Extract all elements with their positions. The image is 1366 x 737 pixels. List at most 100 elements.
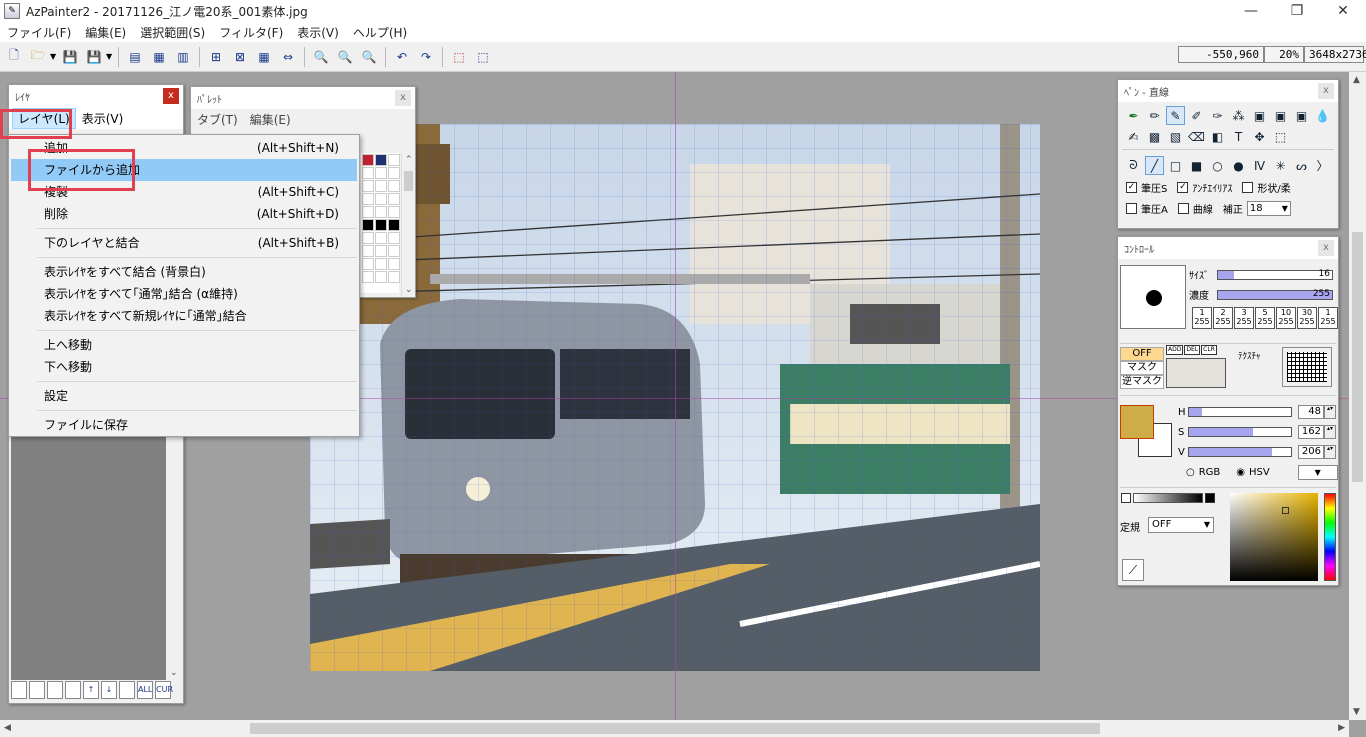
- palette-scrollbar[interactable]: ⌃ ⌄: [401, 153, 415, 297]
- watercolor-icon[interactable]: ✐: [1187, 106, 1206, 125]
- inverse-mask-button[interactable]: 逆マスク: [1120, 375, 1164, 389]
- redo-icon[interactable]: ↷: [416, 47, 436, 67]
- v-spin-icon[interactable]: ▴▾: [1324, 445, 1336, 459]
- rgb-radio[interactable]: ○: [1186, 467, 1195, 478]
- menu-item-settings[interactable]: 設定: [11, 385, 357, 407]
- palette-scroll-down-icon[interactable]: ⌄: [405, 285, 413, 295]
- v-slider[interactable]: [1188, 447, 1292, 457]
- pen-panel-close-button[interactable]: x: [1318, 83, 1334, 99]
- select-rect-icon[interactable]: ⬚: [1271, 127, 1290, 146]
- size-slider[interactable]: 16: [1217, 269, 1333, 280]
- menu-item-merge-down[interactable]: 下のレイヤと結合 (Alt+Shift+B): [11, 232, 357, 254]
- option-window-icon[interactable]: ▥: [173, 47, 193, 67]
- black-swatch[interactable]: [1205, 493, 1215, 503]
- mask-color-swatch[interactable]: [1166, 358, 1226, 388]
- pencil-icon[interactable]: ✏: [1145, 106, 1164, 125]
- tool-set-1-icon[interactable]: ▣: [1250, 106, 1269, 125]
- radial-icon[interactable]: ✳: [1271, 156, 1290, 175]
- scroll-left-icon[interactable]: ◀: [4, 723, 11, 733]
- layer-view-menu[interactable]: 表示(V): [76, 110, 130, 127]
- grayscale-bar[interactable]: [1133, 493, 1203, 503]
- preset-button[interactable]: 3 255: [1234, 307, 1254, 329]
- open-folder-icon[interactable]: 🗁: [28, 47, 48, 67]
- save-dropdown-icon[interactable]: ▼: [106, 52, 114, 61]
- freehand-icon[interactable]: ᘐ: [1124, 156, 1143, 175]
- zoom-in-icon[interactable]: 🔍: [335, 47, 355, 67]
- fit-window-icon[interactable]: ⇔: [278, 47, 298, 67]
- menu-edit[interactable]: 編集(E): [78, 24, 133, 41]
- menu-selection[interactable]: 選択範囲(S): [133, 24, 212, 41]
- menu-item-merge-visible-white[interactable]: 表示ﾚｲﾔをすべて結合 (背景白): [11, 261, 357, 283]
- merge-layer-icon[interactable]: [65, 681, 81, 699]
- split-grid-icon[interactable]: ▦: [254, 47, 274, 67]
- line-icon[interactable]: ╱: [1145, 156, 1164, 175]
- fine-grid-icon[interactable]: ⊠: [230, 47, 250, 67]
- rect-fill-icon[interactable]: ■: [1187, 156, 1206, 175]
- scroll-up-icon[interactable]: ▲: [1353, 75, 1360, 85]
- palette-scroll-up-icon[interactable]: ⌃: [405, 155, 413, 165]
- saturation-value-picker[interactable]: [1230, 493, 1318, 581]
- hsv-radio[interactable]: ◉: [1236, 467, 1245, 478]
- zoom-out-icon[interactable]: 🔍: [359, 47, 379, 67]
- antialias-checkbox[interactable]: ✓ ｱﾝﾁｴｲﾘｱｽ: [1177, 180, 1232, 195]
- tool-window-icon[interactable]: ▤: [125, 47, 145, 67]
- preset-button[interactable]: 2 255: [1213, 307, 1233, 329]
- smudge-icon[interactable]: ✍: [1124, 127, 1143, 146]
- close-button[interactable]: ✕: [1320, 0, 1366, 22]
- palette-edit-menu[interactable]: 編集(E): [244, 111, 297, 128]
- current-layer-button[interactable]: CUR: [155, 681, 173, 699]
- minimize-button[interactable]: —: [1228, 0, 1274, 22]
- copy-layer-icon[interactable]: [29, 681, 45, 699]
- menu-item-save-to-file[interactable]: ファイルに保存: [11, 414, 357, 436]
- h-slider[interactable]: [1188, 407, 1292, 417]
- clear-selection-icon[interactable]: ⬚: [449, 47, 469, 67]
- mask-button[interactable]: マスク: [1120, 361, 1164, 375]
- menu-help[interactable]: ヘルプ(H): [346, 24, 414, 41]
- fill-pattern-icon[interactable]: ▧: [1166, 127, 1185, 146]
- h-spin-icon[interactable]: ▴▾: [1324, 405, 1336, 419]
- menu-filter[interactable]: フィルタ(F): [212, 24, 290, 41]
- menu-item-merge-visible-alpha[interactable]: 表示ﾚｲﾔをすべて｢通常｣結合 (α維持): [11, 283, 357, 305]
- gradient-icon[interactable]: ◧: [1208, 127, 1227, 146]
- delete-layer-icon[interactable]: [47, 681, 63, 699]
- zoom-actual-icon[interactable]: 🔍: [311, 47, 331, 67]
- curve-checkbox[interactable]: 曲線: [1177, 201, 1213, 216]
- h-value[interactable]: 48: [1298, 405, 1324, 419]
- blur-pen-icon[interactable]: ✑: [1208, 106, 1227, 125]
- pressure-s-checkbox[interactable]: ✓ 筆圧S: [1126, 180, 1167, 195]
- mask-add-button[interactable]: ADD: [1166, 345, 1184, 355]
- mask-off-button[interactable]: OFF: [1120, 347, 1164, 361]
- correction-select[interactable]: 18 ▼: [1246, 201, 1291, 216]
- layer-scroll-down-icon[interactable]: ⌄: [170, 668, 178, 678]
- scroll-right-icon[interactable]: ▶: [1338, 723, 1345, 733]
- horizontal-scrollbar[interactable]: ◀ ▶: [0, 720, 1349, 737]
- menu-item-delete[interactable]: 削除 (Alt+Shift+D): [11, 203, 357, 225]
- preset-button[interactable]: 1 255: [1192, 307, 1212, 329]
- text-icon[interactable]: T: [1229, 127, 1248, 146]
- v-value[interactable]: 206: [1298, 445, 1324, 459]
- new-layer-icon[interactable]: [11, 681, 27, 699]
- shape-checkbox[interactable]: 形状/柔: [1242, 180, 1291, 195]
- save-icon[interactable]: 💾: [60, 47, 80, 67]
- layer-up-icon[interactable]: ↑: [83, 681, 99, 699]
- s-slider[interactable]: [1188, 427, 1292, 437]
- tool-set-3-icon[interactable]: ▣: [1292, 106, 1311, 125]
- arrow-icon[interactable]: 〉: [1313, 156, 1332, 175]
- color-mode-dropdown[interactable]: ▼: [1297, 465, 1338, 480]
- preset-button[interactable]: 30 255: [1297, 307, 1317, 329]
- menu-item-move-up[interactable]: 上へ移動: [11, 334, 357, 356]
- horizontal-scroll-thumb[interactable]: [250, 723, 1100, 734]
- layer-settings-icon[interactable]: [119, 681, 135, 699]
- palette-swatches[interactable]: [361, 153, 400, 293]
- polyline-icon[interactable]: Ⅳ: [1250, 156, 1269, 175]
- mask-clr-button[interactable]: CLR: [1201, 345, 1217, 355]
- tool-set-2-icon[interactable]: ▣: [1271, 106, 1290, 125]
- eraser-icon[interactable]: ⌫: [1187, 127, 1206, 146]
- layer-panel-close-button[interactable]: x: [163, 88, 179, 104]
- selection-icon[interactable]: ⬚: [473, 47, 493, 67]
- menu-item-merge-visible-new[interactable]: 表示ﾚｲﾔをすべて新規ﾚｲﾔに｢通常｣結合: [11, 305, 357, 327]
- ellipse-outline-icon[interactable]: ○: [1208, 156, 1227, 175]
- move-icon[interactable]: ✥: [1250, 127, 1269, 146]
- brush-icon[interactable]: ✎: [1166, 106, 1185, 125]
- all-layers-button[interactable]: ALL: [137, 681, 153, 699]
